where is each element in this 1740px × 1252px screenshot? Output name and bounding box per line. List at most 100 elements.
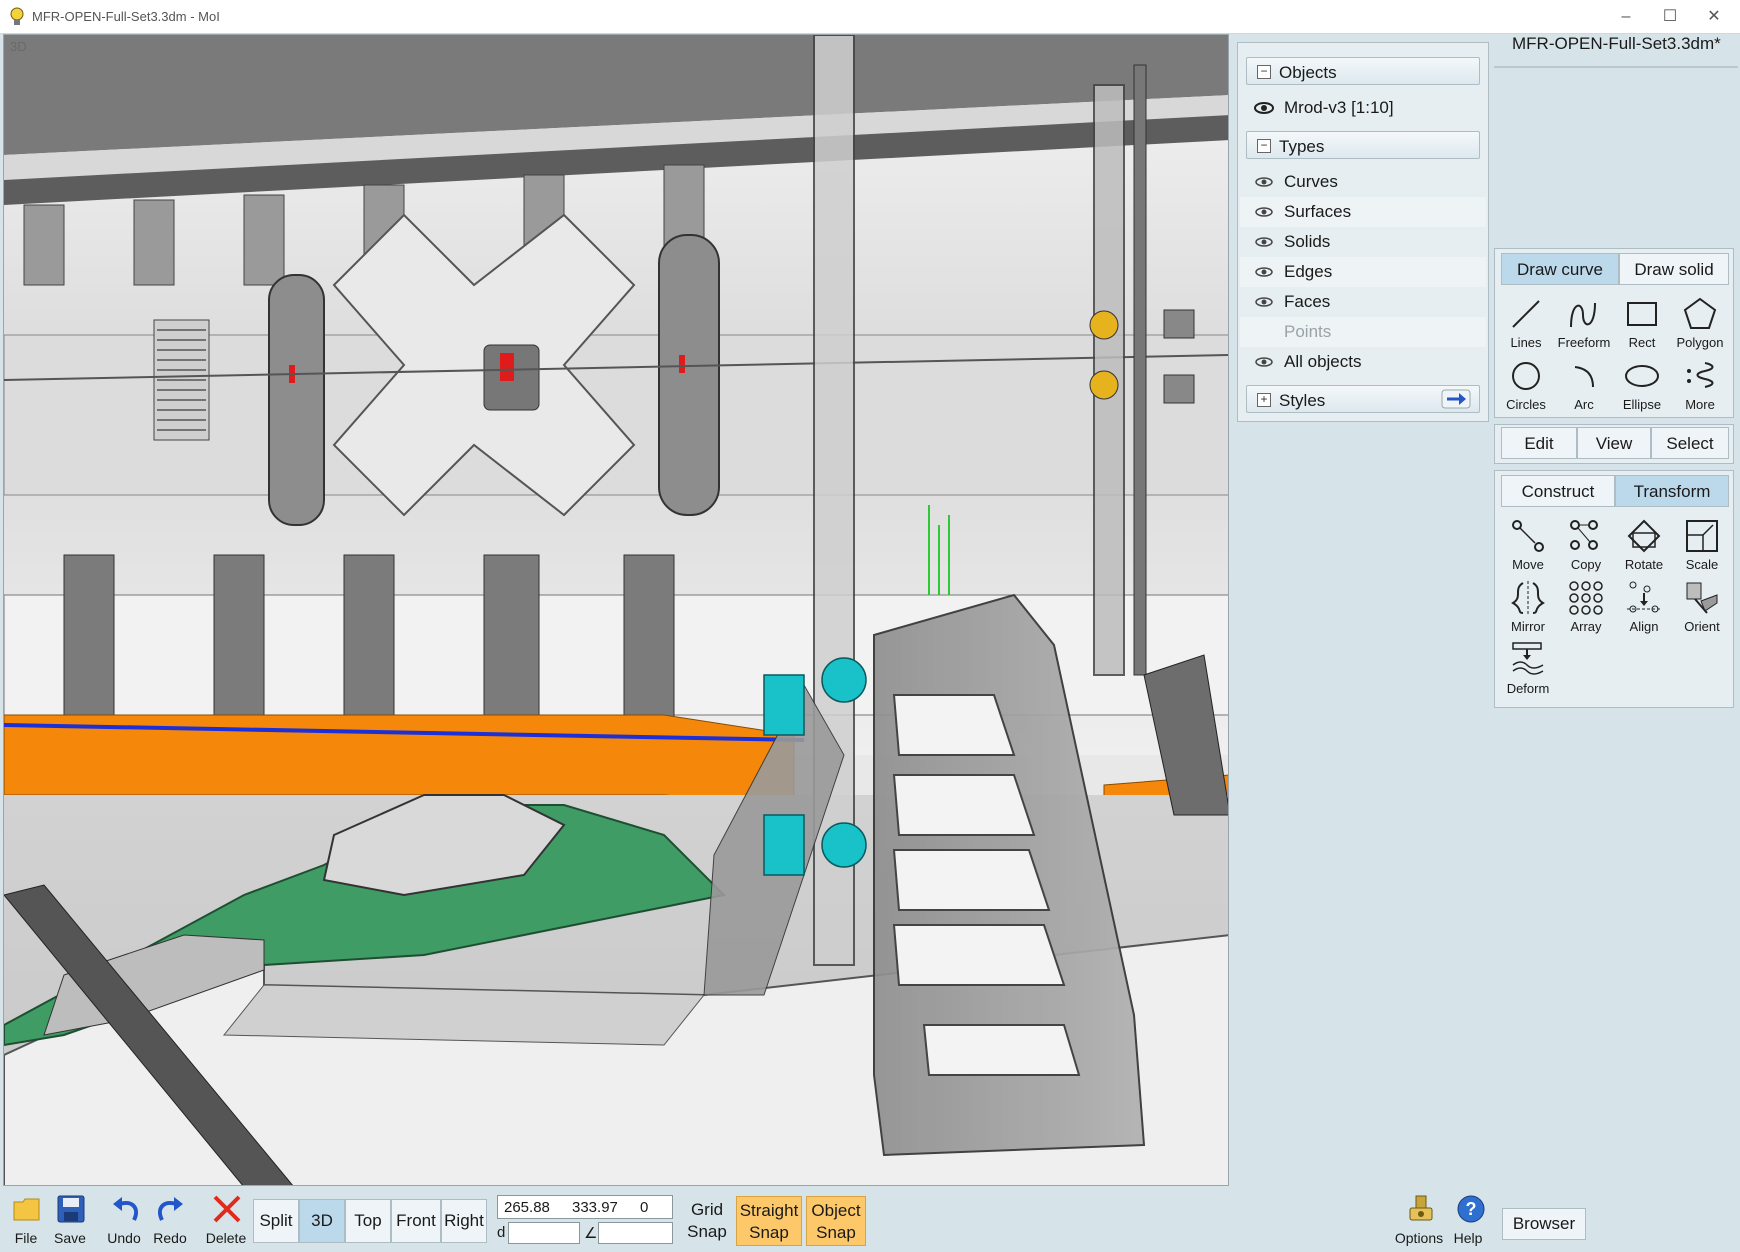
object-snap-toggle[interactable]: Object Snap: [806, 1196, 866, 1246]
ellipse-tool[interactable]: Ellipse: [1613, 355, 1671, 419]
styles-header[interactable]: + Styles: [1246, 385, 1480, 413]
help-button[interactable]: ? Help: [1444, 1192, 1492, 1250]
folder-icon: [13, 1198, 40, 1221]
tab-edit[interactable]: Edit: [1501, 427, 1577, 459]
straight-snap-toggle[interactable]: Straight Snap: [736, 1196, 802, 1246]
move-icon: [1512, 520, 1544, 552]
eye-icon[interactable]: [1254, 175, 1274, 189]
type-row-points[interactable]: Points: [1240, 317, 1486, 347]
help-icon: ?: [1457, 1195, 1485, 1223]
view-front-button[interactable]: Front: [391, 1199, 441, 1243]
bottom-toolbar: File Save Undo Redo Delete Split 3D Top …: [0, 1186, 1740, 1252]
collapse-icon[interactable]: −: [1257, 65, 1271, 79]
eye-icon[interactable]: [1254, 265, 1274, 279]
rotate-icon: [1627, 519, 1661, 553]
options-button[interactable]: Options: [1394, 1192, 1444, 1250]
undo-icon: [113, 1197, 139, 1221]
tab-transform[interactable]: Transform: [1615, 475, 1729, 507]
eye-icon[interactable]: [1254, 235, 1274, 249]
redo-icon: [157, 1197, 183, 1221]
coordinate-input[interactable]: 265.88 333.97 0: [497, 1195, 673, 1219]
freeform-tool[interactable]: Freeform: [1555, 293, 1613, 357]
orient-tool[interactable]: Orient: [1673, 577, 1731, 641]
rotate-tool[interactable]: Rotate: [1615, 515, 1673, 579]
file-name-display: MFR-OPEN-Full-Set3.3dm*: [1494, 34, 1738, 68]
delete-button[interactable]: Delete: [200, 1192, 252, 1250]
viewport-3d[interactable]: 3D: [3, 34, 1229, 1186]
save-disk-icon: [57, 1195, 85, 1223]
mirror-icon: [1511, 581, 1545, 615]
type-row-faces[interactable]: Faces: [1240, 287, 1486, 317]
tab-select[interactable]: Select: [1651, 427, 1729, 459]
minimize-button[interactable]: –: [1604, 4, 1648, 30]
browser-button[interactable]: Browser: [1502, 1208, 1586, 1240]
view-right-button[interactable]: Right: [441, 1199, 487, 1243]
helix-icon: [1687, 362, 1714, 388]
array-icon: [1569, 581, 1603, 615]
coord-y: 333.97: [572, 1199, 618, 1216]
circle-icon: [1512, 362, 1540, 390]
transform-panel: Construct Transform Move Copy Rotate Sca…: [1494, 470, 1734, 708]
copy-tool[interactable]: Copy: [1557, 515, 1615, 579]
angle-input[interactable]: [598, 1222, 673, 1244]
arc-icon: [1574, 366, 1594, 388]
orient-icon: [1686, 582, 1718, 614]
deform-icon: [1512, 642, 1544, 675]
polygon-tool[interactable]: Polygon: [1671, 293, 1729, 357]
maximize-button[interactable]: ☐: [1648, 4, 1692, 30]
view-split-button[interactable]: Split: [253, 1199, 299, 1243]
tab-construct[interactable]: Construct: [1501, 475, 1615, 507]
tab-draw-solid[interactable]: Draw solid: [1619, 253, 1729, 285]
type-row-surfaces[interactable]: Surfaces: [1240, 197, 1486, 227]
type-row-edges[interactable]: Edges: [1240, 257, 1486, 287]
freeform-icon: [1570, 302, 1596, 328]
eye-icon[interactable]: [1254, 295, 1274, 309]
save-button[interactable]: Save: [44, 1192, 96, 1250]
copy-icon: [1570, 520, 1598, 550]
tab-draw-curve[interactable]: Draw curve: [1501, 253, 1619, 285]
edit-view-select-bar: Edit View Select: [1494, 424, 1734, 464]
object-label: Mrod-v3 [1:10]: [1284, 98, 1394, 117]
svg-text:?: ?: [1466, 1199, 1477, 1219]
eye-icon[interactable]: [1254, 205, 1274, 219]
expand-icon[interactable]: +: [1257, 393, 1271, 407]
rect-tool[interactable]: Rect: [1613, 293, 1671, 357]
more-tool[interactable]: More: [1671, 355, 1729, 419]
array-tool[interactable]: Array: [1557, 577, 1615, 641]
collapse-icon[interactable]: −: [1257, 139, 1271, 153]
mirror-tool[interactable]: Mirror: [1499, 577, 1557, 641]
grid-snap-toggle[interactable]: Grid Snap: [682, 1196, 732, 1246]
distance-input[interactable]: [508, 1222, 580, 1244]
title-bar: MFR-OPEN-Full-Set3.3dm - MoI – ☐ ✕: [0, 0, 1740, 34]
eye-icon[interactable]: [1254, 101, 1274, 115]
tab-view[interactable]: View: [1577, 427, 1651, 459]
view-top-button[interactable]: Top: [345, 1199, 391, 1243]
type-row-all-objects[interactable]: All objects: [1240, 347, 1486, 377]
viewport-label: 3D: [10, 39, 27, 54]
ellipse-icon: [1625, 365, 1659, 387]
scale-tool[interactable]: Scale: [1673, 515, 1731, 579]
eye-icon[interactable]: [1254, 355, 1274, 369]
close-window-button[interactable]: ✕: [1692, 4, 1736, 30]
arc-tool[interactable]: Arc: [1555, 355, 1613, 419]
window-title: MFR-OPEN-Full-Set3.3dm - MoI: [32, 9, 220, 24]
distance-label: d: [497, 1224, 506, 1241]
type-row-solids[interactable]: Solids: [1240, 227, 1486, 257]
undo-button[interactable]: Undo: [98, 1192, 150, 1250]
types-header[interactable]: − Types: [1246, 131, 1480, 159]
circles-tool[interactable]: Circles: [1497, 355, 1555, 419]
deform-tool[interactable]: Deform: [1499, 639, 1557, 703]
scene-render: [4, 35, 1228, 1185]
objects-header[interactable]: − Objects: [1246, 57, 1480, 85]
type-row-curves[interactable]: Curves: [1240, 167, 1486, 197]
arrow-right-icon[interactable]: [1441, 389, 1471, 409]
align-tool[interactable]: Align: [1615, 577, 1673, 641]
object-row[interactable]: Mrod-v3 [1:10]: [1240, 93, 1486, 123]
draw-panel: Draw curve Draw solid Lines Freeform Rec…: [1494, 248, 1734, 418]
view-3d-button[interactable]: 3D: [299, 1199, 345, 1243]
coord-z: 0: [640, 1199, 649, 1216]
lines-tool[interactable]: Lines: [1497, 293, 1555, 357]
redo-button[interactable]: Redo: [144, 1192, 196, 1250]
rectangle-icon: [1627, 302, 1657, 326]
move-tool[interactable]: Move: [1499, 515, 1557, 579]
